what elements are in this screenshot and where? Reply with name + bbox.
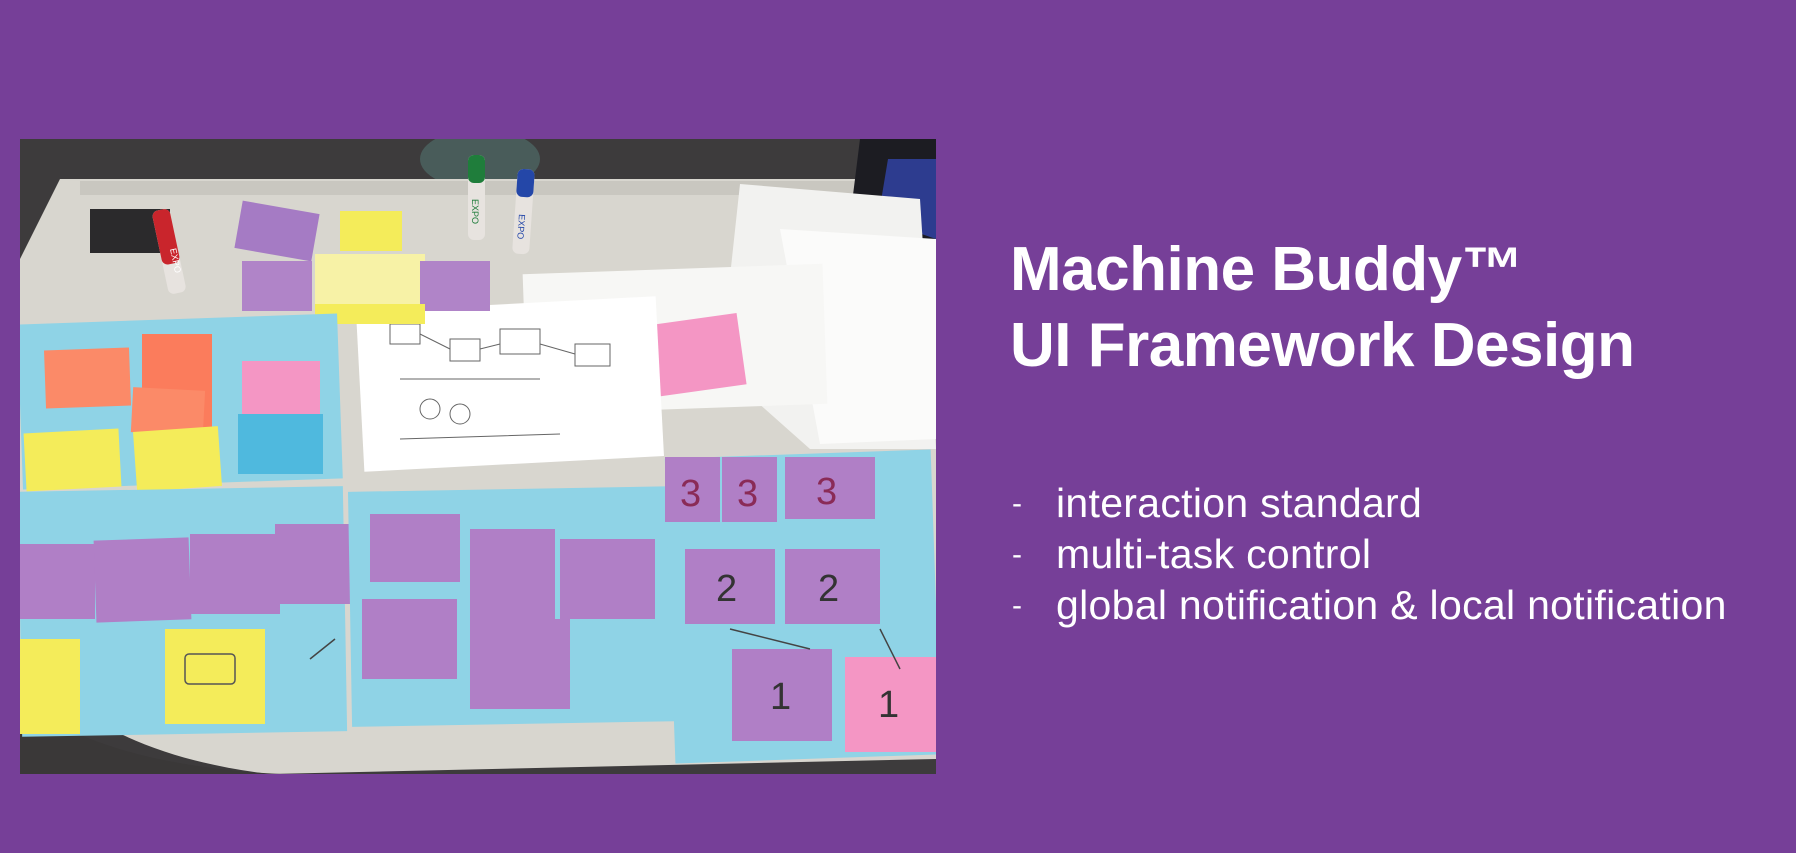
bullet-text: multi-task control — [1056, 531, 1372, 577]
bullet-item: - global notification & local notificati… — [1012, 580, 1782, 631]
numbered-card: 1 — [845, 657, 936, 752]
card-number: 3 — [680, 473, 701, 515]
numbered-card: 3 — [722, 457, 777, 522]
paper-prototype-illustration: EXPO EXPO EXPO 3 3 3 2 2 1 1 — [20, 139, 936, 774]
bullet-dash: - — [1012, 487, 1023, 520]
numbered-card: 3 — [665, 457, 720, 522]
marker-label: EXPO — [515, 214, 527, 240]
bullet-item: - multi-task control — [1012, 529, 1782, 580]
card-number: 1 — [770, 676, 791, 718]
title-line-subject: UI Framework Design — [1010, 311, 1635, 380]
slide-title: Machine Buddy™ UI Framework Design — [1010, 232, 1770, 384]
marker-label: EXPO — [470, 199, 480, 224]
numbered-card: 1 — [732, 649, 832, 741]
bullet-item: - interaction standard — [1012, 478, 1782, 529]
card-number: 1 — [878, 684, 899, 726]
numbered-card: 3 — [785, 457, 875, 519]
numbered-card: 2 — [685, 549, 775, 624]
numbered-card: 2 — [785, 549, 880, 624]
bullet-text: global notification & local notification — [1056, 582, 1727, 628]
prototype-photo: EXPO EXPO EXPO 3 3 3 2 2 1 1 — [20, 139, 936, 774]
title-line-product: Machine Buddy™ — [1010, 235, 1524, 304]
card-number: 3 — [737, 473, 758, 515]
bullet-text: interaction standard — [1056, 480, 1423, 526]
bullet-dash: - — [1012, 589, 1023, 622]
card-number: 2 — [716, 568, 737, 610]
green-marker: EXPO — [468, 155, 485, 240]
card-number: 3 — [816, 471, 837, 513]
feature-bullet-list: - interaction standard - multi-task cont… — [1012, 478, 1782, 631]
card-number: 2 — [818, 568, 839, 610]
bullet-dash: - — [1012, 538, 1023, 571]
